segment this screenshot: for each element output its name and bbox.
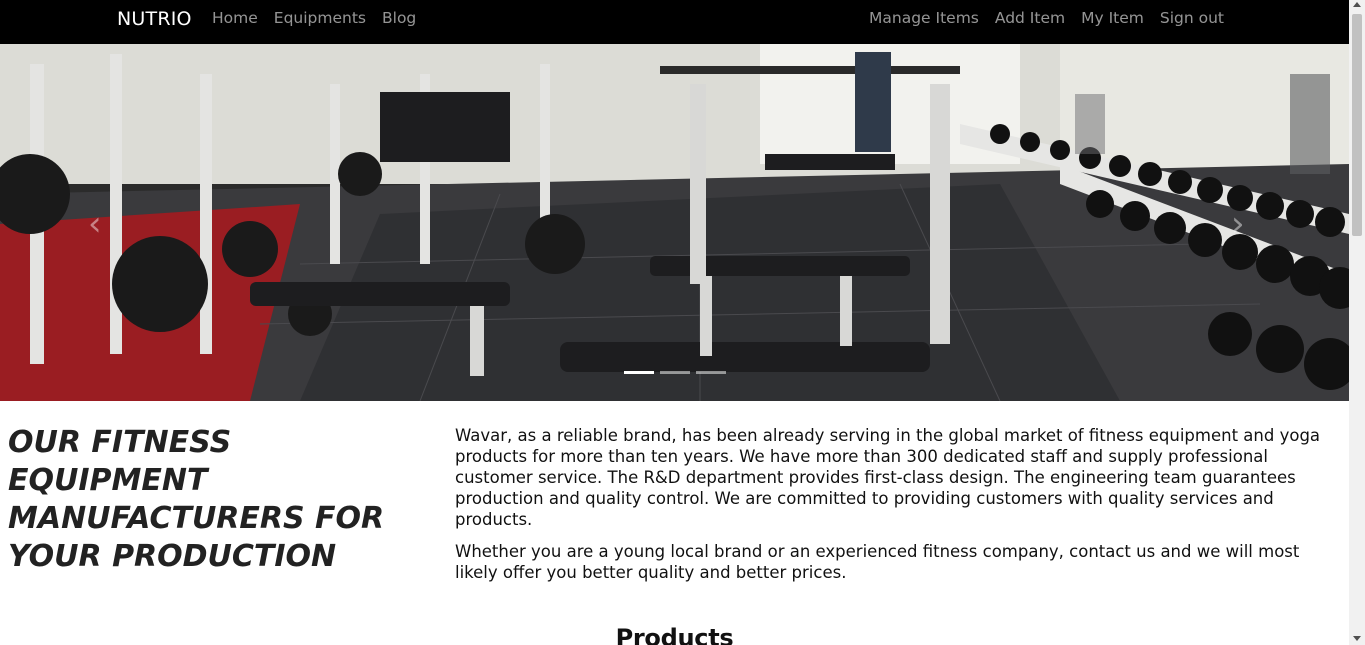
- nav-manage-items[interactable]: Manage Items: [869, 9, 979, 27]
- intro-paragraph-1: Wavar, as a reliable brand, has been alr…: [455, 426, 1321, 529]
- intro-paragraph-2: Whether you are a young local brand or a…: [455, 542, 1300, 582]
- products-heading: Products: [615, 624, 734, 645]
- carousel-indicator-1[interactable]: [624, 371, 654, 374]
- gym-photo: [0, 44, 1349, 401]
- brand-logo[interactable]: NUTRIO: [117, 8, 192, 30]
- headline-line-1: OUR FITNESS EQUIPMENT: [8, 425, 232, 498]
- navbar: NUTRIO Home Equipments Blog Manage Items…: [0, 0, 1349, 44]
- nav-equipments[interactable]: Equipments: [274, 9, 366, 27]
- nav-add-item[interactable]: Add Item: [995, 9, 1065, 27]
- scroll-down-arrow-icon[interactable]: [1353, 636, 1361, 641]
- nav-home[interactable]: Home: [212, 9, 258, 27]
- intro-text: Wavar, as a reliable brand, has been alr…: [455, 425, 1335, 594]
- nav-sign-out[interactable]: Sign out: [1160, 9, 1224, 27]
- nav-blog[interactable]: Blog: [382, 9, 416, 27]
- nav-left: Home Equipments Blog: [212, 9, 416, 27]
- scroll-thumb[interactable]: [1352, 14, 1362, 236]
- intro-headline: OUR FITNESS EQUIPMENT MANUFACTURERS FOR …: [8, 424, 428, 576]
- nav-my-item[interactable]: My Item: [1081, 9, 1144, 27]
- chevron-left-icon: ‹: [88, 204, 102, 244]
- carousel-indicator-2[interactable]: [660, 371, 690, 374]
- headline-line-2: MANUFACTURERS FOR: [8, 501, 385, 536]
- carousel-indicator-3[interactable]: [696, 371, 726, 374]
- page-scrollbar[interactable]: [1349, 0, 1365, 645]
- scroll-up-arrow-icon[interactable]: [1353, 2, 1361, 7]
- carousel-indicators: [624, 371, 726, 374]
- carousel-next-button[interactable]: ›: [1231, 204, 1261, 244]
- nav-right: Manage Items Add Item My Item Sign out: [869, 9, 1224, 27]
- chevron-right-icon: ›: [1231, 204, 1245, 244]
- headline-line-3: YOUR PRODUCTION: [8, 539, 337, 574]
- carousel-prev-button[interactable]: ‹: [88, 204, 118, 244]
- hero-carousel: ‹ ›: [0, 44, 1349, 401]
